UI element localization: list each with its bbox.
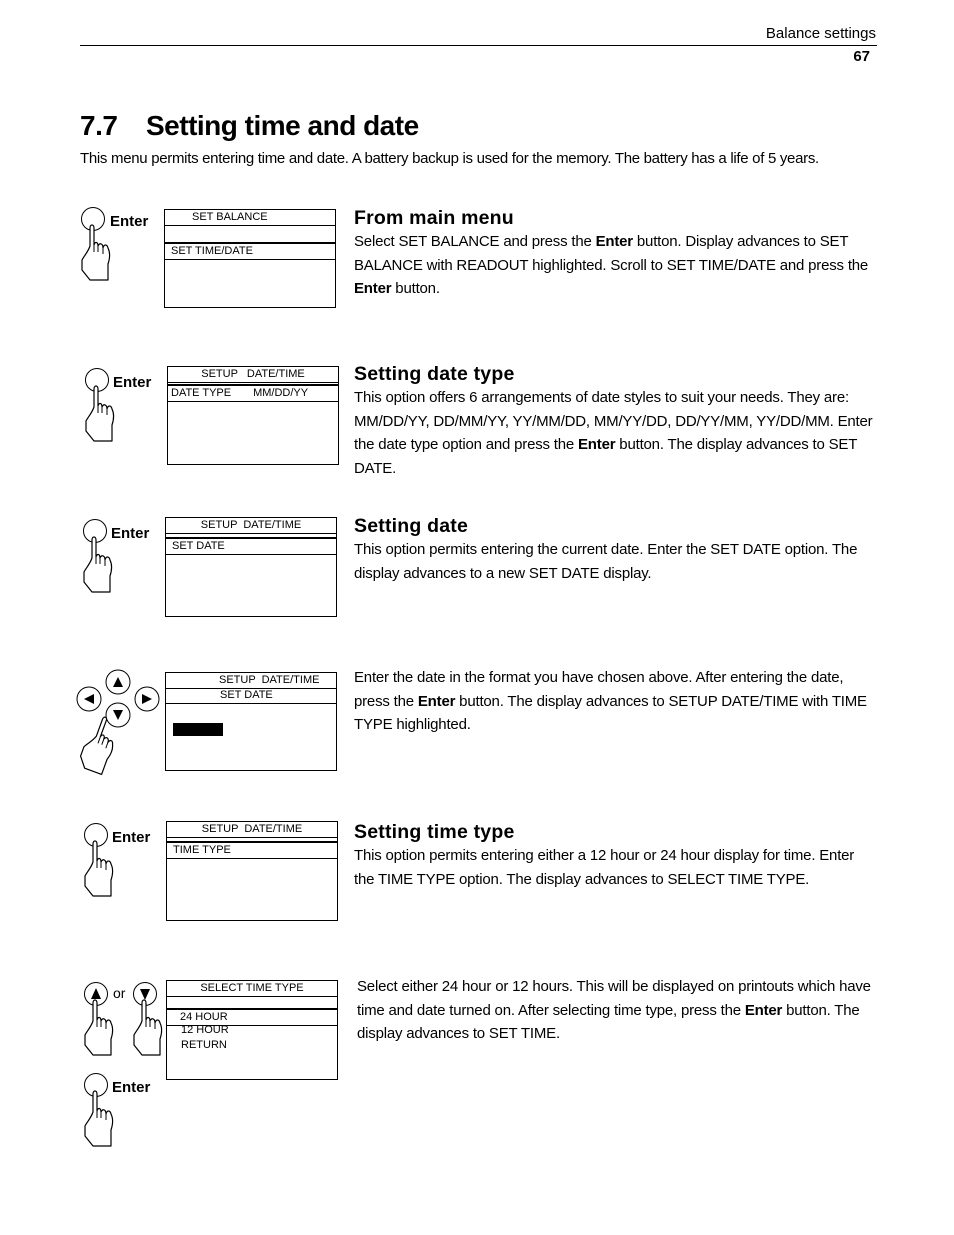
- lcd-display-select-time-type: SELECT TIME TYPE 24 HOUR 12 HOUR RETURN: [166, 980, 338, 1080]
- enter-key-label: Enter: [112, 1079, 151, 1096]
- enter-key-label: Enter: [110, 213, 149, 230]
- arrow-keypad-icon: [76, 668, 166, 776]
- section-title: 7.7 Setting time and date: [80, 110, 419, 142]
- step-body: This option permits entering the current…: [354, 541, 858, 582]
- step-setting-date-type: Setting date type This option offers 6 a…: [354, 362, 874, 480]
- step-enter-date: Enter the date in the format you have ch…: [354, 666, 874, 737]
- lcd-display-set-date-entry: SETUP DATE/TIME SET DATE: [165, 672, 337, 771]
- header-rule: [80, 45, 877, 46]
- arrow-keys-hand-icon: [76, 669, 160, 776]
- lcd-title: SET BALANCE: [165, 210, 335, 226]
- step-body: This option permits entering either a 12…: [354, 847, 855, 888]
- section-title-text: Setting time and date: [146, 110, 419, 141]
- step-body: Enter the date in the format you have ch…: [354, 669, 867, 733]
- enter-key-label: Enter: [113, 374, 152, 391]
- step-from-main-menu: From main menu Select SET BALANCE and pr…: [354, 206, 874, 301]
- step-setting-date: Setting date This option permits enterin…: [354, 514, 874, 585]
- lcd-selected-item: SET TIME/DATE: [165, 242, 335, 260]
- step-heading: Setting time type: [354, 821, 515, 843]
- enter-key-label: Enter: [112, 829, 151, 846]
- step-body: Select SET BALANCE and press the Enter b…: [354, 233, 869, 297]
- step-select-time-type: Select either 24 hour or 12 hours. This …: [357, 975, 877, 1046]
- enter-key-label: Enter: [111, 525, 150, 542]
- step-setting-time-type: Setting time type This option permits en…: [354, 820, 874, 891]
- lcd-option: 12 HOUR: [181, 1024, 229, 1036]
- section-number: 7.7: [80, 110, 118, 141]
- lcd-display-set-date-menu: SETUP DATE/TIME SET DATE: [165, 517, 337, 617]
- step-body: This option offers 6 arrangements of dat…: [354, 389, 873, 477]
- or-label: or: [113, 985, 126, 1001]
- step-heading: Setting date type: [354, 363, 515, 385]
- lcd-entry-cursor: [173, 723, 223, 736]
- lcd-display-time-type: SETUP DATE/TIME TIME TYPE: [166, 821, 338, 921]
- lcd-title: SETUP DATE/TIME: [166, 673, 336, 689]
- lcd-selected-item: TIME TYPE: [167, 841, 337, 859]
- page-number: 67: [853, 48, 870, 65]
- lcd-selected-item: DATE TYPE MM/DD/YY: [168, 384, 338, 402]
- step-heading: From main menu: [354, 207, 514, 229]
- step-body: Select either 24 hour or 12 hours. This …: [357, 978, 871, 1042]
- lcd-title: SETUP DATE/TIME: [167, 822, 337, 838]
- lcd-title: SELECT TIME TYPE: [167, 981, 337, 997]
- running-header-section: Balance settings: [765, 25, 876, 42]
- lcd-subtitle: SET DATE: [166, 688, 336, 704]
- lcd-title: SETUP DATE/TIME: [168, 367, 338, 383]
- step-heading: Setting date: [354, 515, 468, 537]
- lcd-option: RETURN: [181, 1039, 227, 1051]
- lcd-title: SETUP DATE/TIME: [166, 518, 336, 534]
- lcd-display-set-balance: SET BALANCE SET TIME/DATE: [164, 209, 336, 308]
- lcd-display-date-type: SETUP DATE/TIME DATE TYPE MM/DD/YY: [167, 366, 339, 465]
- section-intro: This menu permits entering time and date…: [80, 150, 819, 167]
- lcd-selected-item: SET DATE: [166, 537, 336, 555]
